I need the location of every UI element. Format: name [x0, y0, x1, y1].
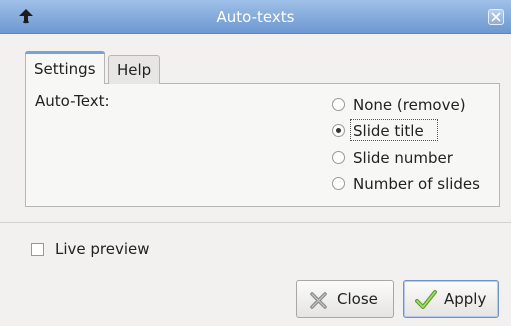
tab-settings[interactable]: Settings	[25, 51, 105, 84]
radio-button-selected[interactable]	[332, 124, 345, 137]
tab-settings-label: Settings	[34, 60, 96, 78]
window-title: Auto-texts	[216, 8, 295, 26]
title-bar: Auto-texts	[0, 0, 511, 34]
tab-help-label: Help	[117, 61, 152, 79]
auto-text-label: Auto-Text:	[35, 92, 110, 110]
apply-button-label: Apply	[444, 290, 487, 308]
divider	[0, 222, 511, 223]
radio-label: Slide title	[353, 122, 424, 140]
tab-help[interactable]: Help	[108, 55, 161, 84]
checkmark-icon	[415, 290, 437, 309]
close-button[interactable]: Close	[296, 280, 394, 318]
apply-button[interactable]: Apply	[403, 280, 499, 318]
radio-button[interactable]	[332, 151, 345, 164]
settings-panel: Auto-Text: None (remove) Slide title Sli…	[25, 83, 500, 207]
live-preview-checkbox[interactable]	[31, 243, 44, 256]
radio-label: None (remove)	[353, 96, 466, 114]
radio-button[interactable]	[332, 177, 345, 190]
radio-label: Number of slides	[353, 175, 480, 193]
radio-label: Slide number	[353, 149, 453, 167]
close-button-label: Close	[337, 290, 378, 308]
close-x-icon	[310, 292, 327, 309]
live-preview-label[interactable]: Live preview	[55, 236, 150, 262]
close-icon	[491, 12, 501, 22]
window-close-button[interactable]	[488, 9, 504, 25]
radio-button[interactable]	[332, 98, 345, 111]
